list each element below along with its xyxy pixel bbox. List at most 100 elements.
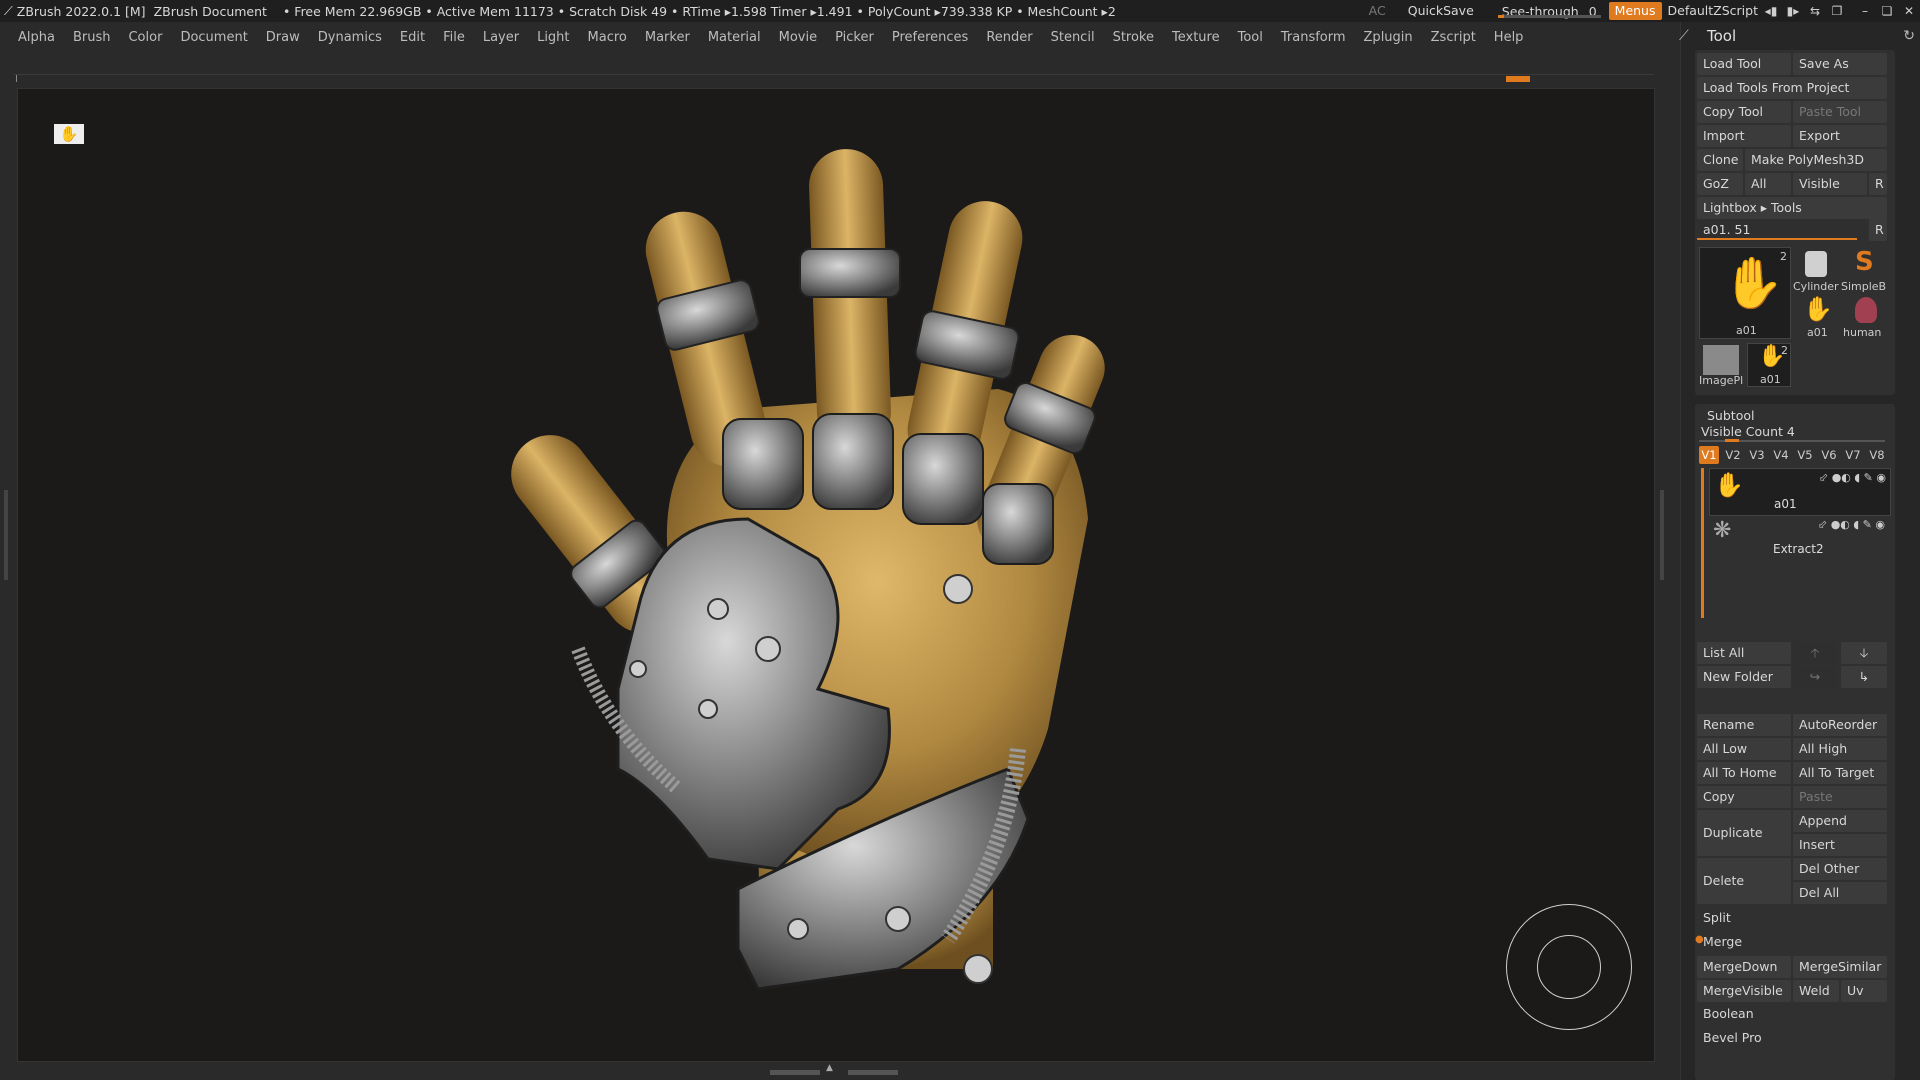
load-tool-button[interactable]: Load Tool bbox=[1697, 53, 1791, 75]
new-folder-button[interactable]: New Folder bbox=[1697, 666, 1791, 688]
all-low-button[interactable]: All Low bbox=[1697, 738, 1791, 760]
version-tab-v1[interactable]: V1 bbox=[1699, 446, 1719, 464]
bevel-pro-section[interactable]: Bevel Pro bbox=[1703, 1030, 1762, 1045]
canvas-viewport[interactable]: ✋ bbox=[17, 88, 1655, 1062]
menu-zplugin[interactable]: Zplugin bbox=[1355, 30, 1422, 45]
save-as-button[interactable]: Save As bbox=[1793, 53, 1887, 75]
restore-icon[interactable]: ❏ bbox=[1876, 4, 1898, 18]
menu-zscript[interactable]: Zscript bbox=[1422, 30, 1485, 45]
refresh-icon[interactable]: ↻ bbox=[1903, 22, 1915, 50]
menu-preferences[interactable]: Preferences bbox=[883, 30, 977, 45]
menu-tool[interactable]: Tool bbox=[1229, 30, 1272, 45]
window-copy-icon[interactable]: ❐ bbox=[1826, 4, 1848, 18]
thumb-simpleb[interactable]: S SimpleB bbox=[1841, 247, 1891, 293]
menu-stencil[interactable]: Stencil bbox=[1042, 30, 1104, 45]
layout-right-icon[interactable]: ▮▸ bbox=[1782, 4, 1804, 18]
version-tab-v2[interactable]: V2 bbox=[1723, 446, 1743, 464]
mergesimilar-button[interactable]: MergeSimilar bbox=[1793, 956, 1887, 978]
minimize-icon[interactable]: – bbox=[1854, 4, 1876, 18]
subtool-title[interactable]: Subtool bbox=[1707, 408, 1754, 423]
import-button[interactable]: Import bbox=[1697, 125, 1791, 147]
menu-layer[interactable]: Layer bbox=[474, 30, 528, 45]
quicksave-button[interactable]: QuickSave bbox=[1402, 0, 1480, 22]
goz-visible-button[interactable]: Visible bbox=[1793, 173, 1867, 195]
menus-button[interactable]: Menus bbox=[1608, 2, 1662, 20]
duplicate-button[interactable]: Duplicate bbox=[1697, 810, 1791, 856]
tool-palette-header[interactable]: ⟋ Tool ↻ bbox=[1679, 22, 1920, 50]
menu-light[interactable]: Light bbox=[528, 30, 578, 45]
thumb-a01-last[interactable]: ✋ 2 a01 bbox=[1747, 343, 1791, 387]
close-icon[interactable]: ✕ bbox=[1898, 4, 1920, 18]
script-name[interactable]: DefaultZScript bbox=[1666, 0, 1761, 22]
insert-button[interactable]: Insert bbox=[1793, 834, 1887, 856]
export-button[interactable]: Export bbox=[1793, 125, 1887, 147]
ac-toggle[interactable]: AC bbox=[1363, 0, 1392, 22]
copy-button[interactable]: Copy bbox=[1697, 786, 1791, 808]
goz-button[interactable]: GoZ bbox=[1697, 173, 1743, 195]
folder-move-icon[interactable]: ↳ bbox=[1841, 666, 1887, 688]
paste-button[interactable]: Paste bbox=[1793, 786, 1887, 808]
goz-all-button[interactable]: All bbox=[1745, 173, 1791, 195]
version-tab-v5[interactable]: V5 bbox=[1795, 446, 1815, 464]
menu-color[interactable]: Color bbox=[119, 30, 171, 45]
visible-count-slider[interactable]: Visible Count 4 bbox=[1701, 424, 1795, 439]
menu-picker[interactable]: Picker bbox=[826, 30, 883, 45]
lightbox-tools-button[interactable]: Lightbox ▸ Tools bbox=[1697, 197, 1887, 219]
swap-icon[interactable]: ⇆ bbox=[1804, 4, 1826, 18]
thumb-a01-main[interactable]: ✋ 2 a01 bbox=[1699, 247, 1791, 339]
right-tray-handle[interactable] bbox=[1660, 490, 1664, 580]
menu-document[interactable]: Document bbox=[171, 30, 256, 45]
all-to-target-button[interactable]: All To Target bbox=[1793, 762, 1887, 784]
menu-stroke[interactable]: Stroke bbox=[1104, 30, 1163, 45]
list-all-button[interactable]: List All bbox=[1697, 642, 1791, 664]
mergevisible-button[interactable]: MergeVisible bbox=[1697, 980, 1791, 1002]
menu-file[interactable]: File bbox=[434, 30, 474, 45]
folder-redo-icon[interactable]: ↪ bbox=[1793, 666, 1837, 688]
menu-movie[interactable]: Movie bbox=[770, 30, 826, 45]
mergedown-button[interactable]: MergeDown bbox=[1697, 956, 1791, 978]
append-button[interactable]: Append bbox=[1793, 810, 1887, 832]
menu-render[interactable]: Render bbox=[977, 30, 1041, 45]
seethrough-slider[interactable]: See-through 0 bbox=[1494, 4, 1605, 19]
clone-button[interactable]: Clone bbox=[1697, 149, 1743, 171]
del-other-button[interactable]: Del Other bbox=[1793, 858, 1887, 880]
merge-section[interactable]: Merge bbox=[1703, 934, 1742, 949]
menu-transform[interactable]: Transform bbox=[1272, 30, 1355, 45]
thumb-human[interactable]: human bbox=[1841, 295, 1891, 339]
split-section[interactable]: Split bbox=[1703, 910, 1731, 925]
arrow-down-icon[interactable]: 🡣 bbox=[1841, 642, 1887, 664]
subtool-item-a01[interactable]: ✋ ⬃ ●◐ ◖ ✎ ◉ a01 bbox=[1709, 468, 1891, 516]
menu-texture[interactable]: Texture bbox=[1163, 30, 1229, 45]
gyro-icon[interactable] bbox=[1506, 904, 1632, 1030]
thumb-imageplane[interactable]: ImagePl bbox=[1699, 343, 1743, 387]
menu-edit[interactable]: Edit bbox=[391, 30, 434, 45]
boolean-section[interactable]: Boolean bbox=[1703, 1006, 1754, 1021]
layout-left-icon[interactable]: ◂▮ bbox=[1760, 4, 1782, 18]
del-all-button[interactable]: Del All bbox=[1793, 882, 1887, 904]
rename-button[interactable]: Rename bbox=[1697, 714, 1791, 736]
all-high-button[interactable]: All High bbox=[1793, 738, 1887, 760]
current-tool-slider[interactable]: a01. 51 bbox=[1697, 219, 1867, 241]
arrow-up-icon[interactable]: 🡡 bbox=[1793, 642, 1837, 664]
paste-tool-button[interactable]: Paste Tool bbox=[1793, 101, 1887, 123]
version-tab-v3[interactable]: V3 bbox=[1747, 446, 1767, 464]
menu-dynamics[interactable]: Dynamics bbox=[309, 30, 391, 45]
all-to-home-button[interactable]: All To Home bbox=[1697, 762, 1791, 784]
copy-tool-button[interactable]: Copy Tool bbox=[1697, 101, 1791, 123]
load-from-project-button[interactable]: Load Tools From Project bbox=[1697, 77, 1887, 99]
thumb-cylinder[interactable]: Cylinder bbox=[1793, 247, 1839, 293]
menu-help[interactable]: Help bbox=[1485, 30, 1533, 45]
subtool-item-extract2[interactable]: ❋ ⬃ ●◐ ◖ ✎ ◉ Extract2 bbox=[1709, 516, 1889, 560]
make-polymesh-button[interactable]: Make PolyMesh3D bbox=[1745, 149, 1887, 171]
thumb-a01-small[interactable]: ✋ a01 bbox=[1793, 295, 1839, 339]
delete-button[interactable]: Delete bbox=[1697, 858, 1791, 904]
menu-marker[interactable]: Marker bbox=[636, 30, 699, 45]
autoreorder-button[interactable]: AutoReorder bbox=[1793, 714, 1887, 736]
uv-button[interactable]: Uv bbox=[1841, 980, 1887, 1002]
version-tab-v7[interactable]: V7 bbox=[1843, 446, 1863, 464]
goz-r-button[interactable]: R bbox=[1869, 173, 1887, 195]
bottom-shelf-handle[interactable]: ▲ bbox=[770, 1063, 900, 1076]
version-tab-v4[interactable]: V4 bbox=[1771, 446, 1791, 464]
menu-alpha[interactable]: Alpha bbox=[0, 30, 64, 45]
menu-draw[interactable]: Draw bbox=[257, 30, 309, 45]
